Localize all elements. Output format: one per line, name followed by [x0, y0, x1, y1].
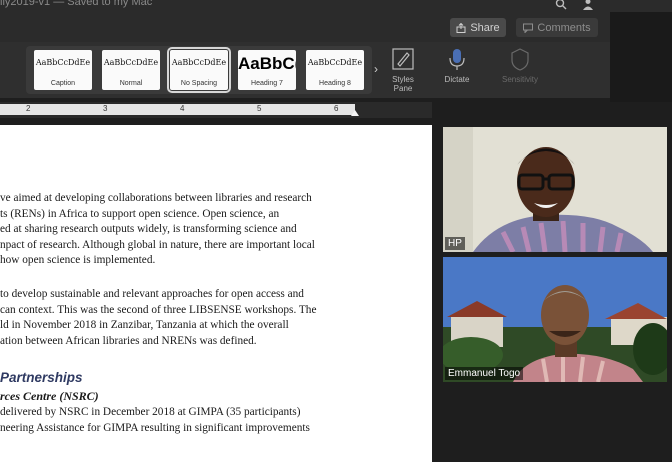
sensitivity-button[interactable]: Sensitivity	[494, 47, 546, 84]
text-line: how open science is implemented.	[0, 254, 156, 267]
text-line: ation between African libraries and NREN…	[0, 334, 257, 347]
ribbon-right-dark	[610, 12, 672, 102]
ruler-number: 3	[103, 104, 108, 113]
document-title: lly2019-v1 — Saved to my Mac	[0, 0, 153, 8]
ruler-text-area	[0, 104, 355, 115]
style-name: Caption	[50, 80, 76, 87]
ruler-number: 5	[257, 104, 262, 113]
styles-pane-label: Styles Pane	[392, 75, 414, 93]
text-line: ve aimed at developing collaborations be…	[0, 192, 312, 204]
style-heading-8[interactable]: AaBbCcDdEe Heading 8	[306, 50, 364, 90]
sensitivity-icon	[508, 47, 532, 71]
style-name: Heading 7	[251, 80, 283, 87]
participant-1-video-frame	[443, 127, 667, 252]
style-heading-7[interactable]: AaBbC( Heading 7	[238, 50, 296, 90]
section-heading: Partnerships	[0, 370, 83, 385]
right-indent-marker[interactable]	[351, 110, 359, 116]
text-line: npact of research. Although global in na…	[0, 238, 315, 251]
share-label: Share	[470, 21, 500, 34]
text-line: ts (RENs) in Africa to support open scie…	[0, 207, 280, 220]
style-no-spacing[interactable]: AaBbCcDdEe No Spacing	[167, 47, 231, 93]
style-name: Normal	[119, 80, 143, 87]
text-line: delivered by NSRC in December 2018 at GI…	[0, 406, 301, 418]
text-line: to develop sustainable and relevant appr…	[0, 288, 304, 300]
styles-pane-icon	[391, 47, 415, 71]
styles-pane-button[interactable]: Styles Pane	[388, 47, 418, 93]
style-sample: AaBbCcDdEe	[171, 58, 227, 67]
participant-name: Emmanuel Togo	[445, 367, 524, 380]
style-normal[interactable]: AaBbCcDdEe Normal	[102, 50, 160, 90]
text-line: neering Assistance for GIMPA resulting i…	[0, 421, 310, 434]
style-sample: AaBbCcDdEe	[103, 58, 159, 67]
ruler-number: 2	[26, 104, 31, 113]
participant-name: HP	[445, 237, 465, 250]
participant-video-1[interactable]: HP	[443, 127, 667, 252]
subsection-heading: rces Centre (NSRC)	[0, 389, 99, 403]
comments-button[interactable]: Comments	[516, 18, 598, 37]
dictate-button[interactable]: Dictate	[436, 47, 478, 84]
paragraph-1: ve aimed at developing collaborations be…	[0, 191, 358, 269]
paragraph-3: delivered by NSRC in December 2018 at GI…	[0, 405, 358, 436]
participant-video-2[interactable]: Emmanuel Togo	[443, 257, 667, 382]
paragraph-2: to develop sustainable and relevant appr…	[0, 287, 358, 349]
text-line: ed at sharing research outputs widely, i…	[0, 223, 297, 236]
style-name: Heading 8	[319, 80, 351, 87]
style-sample: AaBbCcDdEe	[35, 58, 91, 67]
style-caption[interactable]: AaBbCcDdEe Caption	[34, 50, 92, 90]
share-button[interactable]: Share	[450, 18, 506, 37]
participant-2-video-frame	[443, 257, 667, 382]
style-sample: AaBbC(	[238, 54, 296, 73]
ruler-number: 6	[334, 104, 339, 113]
panel-divider	[432, 118, 440, 462]
comment-icon	[523, 23, 534, 33]
chevron-right-icon[interactable]: ›	[374, 62, 378, 76]
style-name: No Spacing	[180, 80, 218, 87]
style-sample: AaBbCcDdEe	[307, 58, 363, 67]
dictate-label: Dictate	[444, 75, 470, 84]
text-line: ld in November 2018 in Zanzibar, Tanzani…	[0, 319, 289, 332]
window-titlebar: lly2019-v1 — Saved to my Mac	[0, 0, 672, 12]
share-icon	[456, 22, 466, 33]
sensitivity-label: Sensitivity	[501, 75, 538, 84]
ruler-number: 4	[180, 104, 185, 113]
text-line: can context. This was the second of thre…	[0, 303, 317, 316]
microphone-icon	[445, 47, 469, 71]
comments-label: Comments	[537, 21, 591, 34]
